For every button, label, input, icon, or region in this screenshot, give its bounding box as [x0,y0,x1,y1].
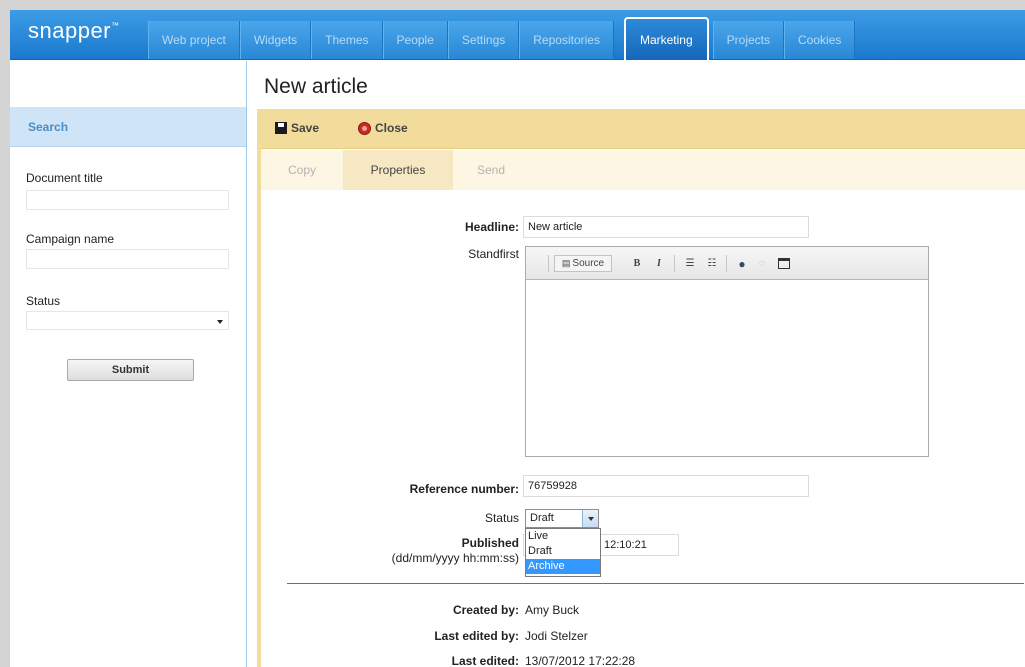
save-label: Save [291,121,320,135]
tab-projects[interactable]: Projects [712,21,785,59]
status-options-list: Live Draft Archive [525,528,601,577]
submit-button[interactable]: Submit [67,359,194,381]
last-edited-value: 13/07/2012 17:22:28 [525,654,636,667]
last-edited-by-value: Jodi Stelzer [525,629,588,643]
status-label: Status [26,294,61,308]
tab-properties[interactable]: Properties [343,150,453,190]
toolbar-separator [674,255,675,272]
status-field-label: Status [484,511,519,525]
campaign-name-input[interactable] [26,249,229,269]
toolbar-separator [726,255,727,272]
published-format-hint: (dd/mm/yyyy hh:mm:ss) [391,551,519,565]
document-title-label: Document title [26,171,103,185]
status-option-draft[interactable]: Draft [526,544,600,559]
created-by-value: Amy Buck [525,603,580,617]
close-label: Close [375,121,408,135]
headline-input[interactable]: New article [523,216,809,238]
editor-toolbar: ▤ Source B I ☰ ☷ ● ◌ [526,247,928,280]
tab-copy[interactable]: Copy [261,150,343,190]
article-toolbar: Save Close [261,109,1025,149]
source-icon: ▤ [561,258,571,268]
chevron-down-icon [582,510,598,527]
save-button[interactable]: Save [275,121,319,135]
last-edited-label: Last edited: [451,654,519,667]
toolbar-separator [548,255,549,272]
tab-themes[interactable]: Themes [311,21,383,59]
tab-widgets[interactable]: Widgets [239,21,312,59]
page-title: New article [264,75,368,98]
headline-label: Headline: [464,220,519,234]
bold-button[interactable]: B [630,255,644,272]
document-title-input[interactable] [26,190,229,210]
top-navigation: snapper™ Web project Widgets Themes Peop… [10,10,1025,60]
link-icon[interactable]: ● [734,255,750,272]
standfirst-label: Standfirst [468,247,519,261]
status-option-archive[interactable]: Archive [526,559,600,574]
app-window: snapper™ Web project Widgets Themes Peop… [10,10,1025,667]
maximize-icon[interactable] [776,255,792,272]
close-button[interactable]: Close [358,121,408,135]
source-button[interactable]: ▤ Source [554,255,612,272]
standfirst-rich-text-editor[interactable]: ▤ Source B I ☰ ☷ ● ◌ [525,246,929,457]
published-label: Published [461,536,519,550]
status-option-live[interactable]: Live [526,529,600,544]
tab-repositories[interactable]: Repositories [519,21,614,59]
status-dropdown-value: Draft [530,512,554,524]
reference-number-input[interactable]: 76759928 [523,475,809,497]
campaign-name-label: Campaign name [26,232,115,246]
tab-web-project[interactable]: Web project [148,21,240,59]
tab-send[interactable]: Send [453,150,529,190]
close-icon [358,121,371,135]
article-subtabs: Copy Properties Send [261,150,1025,190]
floppy-disk-icon [275,122,287,134]
tab-cookies[interactable]: Cookies [784,21,856,59]
status-select[interactable] [26,311,229,330]
source-label: Source [572,258,605,269]
nav-tabs: Web project Widgets Themes People Settin… [148,17,856,60]
search-heading: Search [10,107,246,147]
tab-settings[interactable]: Settings [447,21,520,59]
created-by-label: Created by: [452,603,519,617]
reference-number-label: Reference number: [409,482,519,496]
snapper-logo[interactable]: snapper™ [28,18,120,44]
unlink-icon[interactable]: ◌ [754,255,770,272]
section-divider [287,583,1024,584]
article-editor: Save Close Copy Properties Send Headline… [257,109,1025,667]
bulleted-list-icon[interactable]: ☷ [704,255,720,272]
italic-button[interactable]: I [652,255,666,272]
numbered-list-icon[interactable]: ☰ [682,255,698,272]
last-edited-by-label: Last edited by: [434,629,519,643]
tab-people[interactable]: People [382,21,448,59]
tab-marketing[interactable]: Marketing [623,17,709,60]
status-dropdown[interactable]: Draft [525,509,599,528]
search-sidebar: Search Document title Campaign name Stat… [10,61,247,667]
chevron-down-icon [217,320,223,324]
